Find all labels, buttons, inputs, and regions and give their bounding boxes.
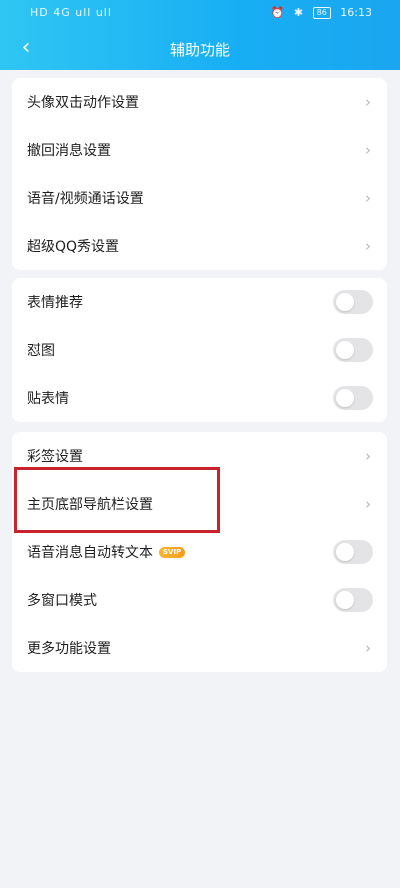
- status-bar: HD 4G ull ull ⏰ ✱ 86 16:13: [0, 0, 400, 26]
- setting-avatar-double-click[interactable]: 头像双击动作设置 ›: [12, 78, 387, 126]
- setting-label: 超级QQ秀设置: [27, 239, 120, 255]
- setting-label: 贴表情: [27, 391, 69, 407]
- setting-sticker: 贴表情: [12, 374, 387, 422]
- signal-indicators: HD 4G ull ull: [30, 6, 112, 19]
- bluetooth-icon: ✱: [293, 6, 304, 19]
- chevron-right-icon: ›: [365, 639, 371, 657]
- chevron-right-icon: ›: [365, 447, 371, 465]
- setting-label: 撤回消息设置: [27, 143, 111, 159]
- chevron-right-icon: ›: [365, 141, 371, 159]
- setting-label: 语音/视频通话设置: [27, 191, 144, 207]
- setting-voice-to-text: 语音消息自动转文本 SVIP: [12, 528, 387, 576]
- chevron-right-icon: ›: [365, 189, 371, 207]
- settings-group-1: 头像双击动作设置 › 撤回消息设置 › 语音/视频通话设置 › 超级QQ秀设置 …: [12, 78, 387, 270]
- chevron-right-icon: ›: [365, 495, 371, 513]
- status-right: ⏰ ✱ 86 16:13: [265, 6, 372, 19]
- dui-tu-toggle[interactable]: [333, 338, 373, 362]
- setting-dui-tu: 怼图: [12, 326, 387, 374]
- setting-label: 多窗口模式: [27, 593, 97, 609]
- header: HD 4G ull ull ⏰ ✱ 86 16:13 ‹ 辅助功能: [0, 0, 400, 70]
- setting-more-features[interactable]: 更多功能设置 ›: [12, 624, 387, 672]
- voice-to-text-toggle[interactable]: [333, 540, 373, 564]
- emoji-recommend-toggle[interactable]: [333, 290, 373, 314]
- chevron-right-icon: ›: [365, 93, 371, 111]
- page-title: 辅助功能: [169, 41, 230, 59]
- clock: 16:13: [340, 6, 372, 19]
- setting-label: 语音消息自动转文本: [27, 545, 153, 561]
- svip-badge: SVIP: [159, 546, 186, 558]
- chevron-right-icon: ›: [365, 237, 371, 255]
- setting-label: 更多功能设置: [27, 641, 111, 657]
- setting-recall-message[interactable]: 撤回消息设置 ›: [12, 126, 387, 174]
- nav-bar: ‹ 辅助功能: [0, 30, 400, 70]
- settings-group-2: 表情推荐 怼图 贴表情: [12, 278, 387, 422]
- setting-label: 彩签设置: [27, 449, 83, 465]
- setting-label: 头像双击动作设置: [27, 95, 139, 111]
- setting-super-qq-show[interactable]: 超级QQ秀设置 ›: [12, 222, 387, 270]
- setting-label: 怼图: [27, 343, 55, 359]
- setting-multi-window: 多窗口模式: [12, 576, 387, 624]
- setting-label: 表情推荐: [27, 295, 83, 311]
- multi-window-toggle[interactable]: [333, 588, 373, 612]
- sticker-toggle[interactable]: [333, 386, 373, 410]
- alarm-icon: ⏰: [270, 6, 285, 19]
- battery-indicator: 86: [312, 7, 331, 19]
- highlight-box: [14, 467, 220, 533]
- setting-emoji-recommend: 表情推荐: [12, 278, 387, 326]
- setting-voice-video-call[interactable]: 语音/视频通话设置 ›: [12, 174, 387, 222]
